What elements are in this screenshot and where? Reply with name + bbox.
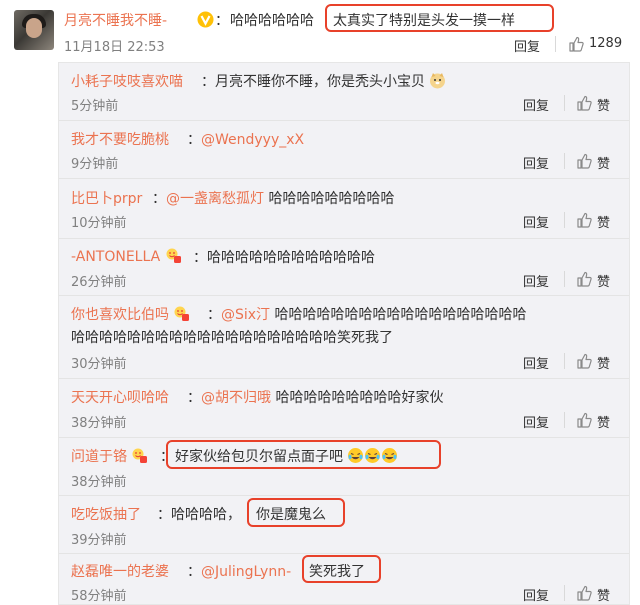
reply-time: 38分钟前	[71, 416, 127, 431]
mention-link[interactable]: @JulingLynn-	[201, 564, 291, 580]
vip-v-badge-icon	[197, 11, 214, 28]
reply-button[interactable]: 回复	[514, 36, 540, 55]
thumbs-up-icon[interactable]	[576, 353, 592, 369]
divider	[564, 353, 565, 369]
like-button[interactable]: 赞	[597, 212, 610, 231]
reply-time: 5分钟前	[71, 99, 119, 114]
reply-time: 39分钟前	[71, 533, 127, 548]
reply-item: 我才不要吃脆桃 ：@Wendyyy_xX 9分钟前 回复 赞	[59, 121, 629, 179]
thumbs-up-icon[interactable]	[576, 95, 592, 111]
like-button[interactable]: 赞	[597, 412, 610, 431]
fan-badge-icon	[132, 448, 148, 463]
reply-time: 26分钟前	[71, 275, 127, 290]
reply-button[interactable]: 回复	[523, 412, 549, 431]
comment-colon: ：	[215, 13, 229, 29]
like-button[interactable]: 赞	[597, 271, 610, 290]
reply-text: ：@胡不归哦 哈哈哈哈哈哈哈哈哈好家伙	[187, 390, 444, 406]
divider	[564, 585, 565, 601]
reply-username[interactable]: 赵磊唯一的老婆	[71, 561, 169, 581]
like-button[interactable]: 赞	[597, 95, 610, 114]
divider	[564, 271, 565, 287]
mention-link[interactable]: @一盏离愁孤灯	[166, 191, 264, 207]
reply-text: ：月亮不睡你不睡，你是秃头小宝贝	[201, 71, 446, 91]
thumbs-up-icon[interactable]	[568, 36, 584, 52]
reply-text: ：@一盏离愁孤灯 哈哈哈哈哈哈哈哈哈	[152, 191, 395, 207]
fan-badge-icon	[166, 248, 181, 263]
divider	[564, 212, 565, 228]
reply-username[interactable]: 小耗子吱吱喜欢喵	[71, 71, 183, 91]
highlight-box	[325, 4, 554, 32]
reply-time: 30分钟前	[71, 357, 127, 372]
thumbs-up-icon[interactable]	[576, 153, 592, 169]
like-button[interactable]: 赞	[597, 353, 610, 372]
reply-time: 38分钟前	[71, 475, 127, 490]
reply-username[interactable]: 我才不要吃脆桃	[71, 129, 169, 149]
comment-username[interactable]: 月亮不睡我不睡-	[64, 10, 167, 30]
reply-button[interactable]: 回复	[523, 95, 549, 114]
reply-item: 赵磊唯一的老婆 ：@JulingLynn- 笑死我了 58分钟前 回复 赞	[59, 554, 629, 604]
reply-item: 天天开心呗哈哈 ：@胡不归哦 哈哈哈哈哈哈哈哈哈好家伙 38分钟前 回复 赞	[59, 379, 629, 438]
reply-button[interactable]: 回复	[523, 353, 549, 372]
like-button[interactable]: 赞	[597, 153, 610, 172]
reply-time: 9分钟前	[71, 157, 119, 172]
avatar[interactable]	[14, 10, 54, 50]
reply-time: 10分钟前	[71, 216, 127, 231]
highlight-box	[302, 555, 381, 583]
replies-panel: 小耗子吱吱喜欢喵 ：月亮不睡你不睡，你是秃头小宝贝 5分钟前 回复 赞 我才不要…	[58, 62, 630, 605]
like-count[interactable]: 1289	[589, 36, 622, 51]
mention-link[interactable]: @胡不归哦	[201, 390, 271, 406]
divider	[555, 36, 556, 52]
reply-username[interactable]: 吃吃饭抽了	[71, 504, 141, 524]
reply-username[interactable]: 比巴卜prpr	[71, 188, 142, 208]
thumbs-up-icon[interactable]	[576, 212, 592, 228]
reply-item: 小耗子吱吱喜欢喵 ：月亮不睡你不睡，你是秃头小宝贝 5分钟前 回复 赞	[59, 63, 629, 121]
mention-link[interactable]: @Six汀	[221, 307, 270, 323]
reply-text: ：哈哈哈哈哈哈哈哈哈哈哈哈	[193, 250, 375, 266]
reply-item: 比巴卜prpr ：@一盏离愁孤灯 哈哈哈哈哈哈哈哈哈 10分钟前 回复 赞	[59, 179, 629, 239]
highlight-box	[247, 498, 345, 527]
reply-text-line2: 哈哈哈哈哈哈哈哈哈哈哈哈哈哈哈哈哈哈哈笑死我了	[71, 330, 393, 346]
reply-text: ：哈哈哈哈，	[157, 507, 241, 523]
reply-username[interactable]: 你也喜欢比伯吗	[71, 304, 190, 324]
reply-item: 吃吃饭抽了 ：哈哈哈哈， 你是魔鬼么 39分钟前	[59, 496, 629, 554]
divider	[564, 95, 565, 111]
comment-text: 哈哈哈哈哈哈	[230, 13, 314, 29]
reply-button[interactable]: 回复	[523, 271, 549, 290]
reply-item: 问道于铬 ： 好家伙给包贝尔留点面子吧 38分钟前	[59, 438, 629, 496]
highlight-box	[166, 440, 441, 469]
reply-text: ：@Six汀 哈哈哈哈哈哈哈哈哈哈哈哈哈哈哈哈哈哈	[207, 307, 527, 323]
reply-text: ：@Wendyyy_xX	[187, 132, 305, 148]
reply-button[interactable]: 回复	[523, 585, 549, 604]
reply-button[interactable]: 回复	[523, 153, 549, 172]
reply-item: 你也喜欢比伯吗 ：@Six汀 哈哈哈哈哈哈哈哈哈哈哈哈哈哈哈哈哈哈 哈哈哈哈哈哈…	[59, 296, 629, 379]
like-button[interactable]: 赞	[597, 585, 610, 604]
reply-time: 58分钟前	[71, 589, 127, 604]
reply-username[interactable]: 问道于铬	[71, 446, 148, 466]
main-comment: 月亮不睡我不睡- ： 哈哈哈哈哈哈 太真实了特别是头发一摸一样 11月18日 2…	[0, 0, 640, 62]
thumbs-up-icon[interactable]	[576, 271, 592, 287]
divider	[564, 153, 565, 169]
thumbs-up-icon[interactable]	[576, 585, 592, 601]
comment-time: 11月18日 22:53	[64, 40, 165, 55]
reply-username[interactable]: 天天开心呗哈哈	[71, 387, 169, 407]
mention-link[interactable]: @Wendyyy_xX	[201, 132, 304, 148]
reply-username[interactable]: -ANTONELLA	[71, 247, 182, 265]
reply-text: ：@JulingLynn-	[187, 564, 292, 580]
reply-item: -ANTONELLA ：哈哈哈哈哈哈哈哈哈哈哈哈 26分钟前 回复 赞	[59, 239, 629, 296]
doge-emoji-icon	[430, 73, 446, 89]
fan-badge-icon	[174, 306, 190, 321]
divider	[564, 412, 565, 428]
thumbs-up-icon[interactable]	[576, 412, 592, 428]
reply-button[interactable]: 回复	[523, 212, 549, 231]
